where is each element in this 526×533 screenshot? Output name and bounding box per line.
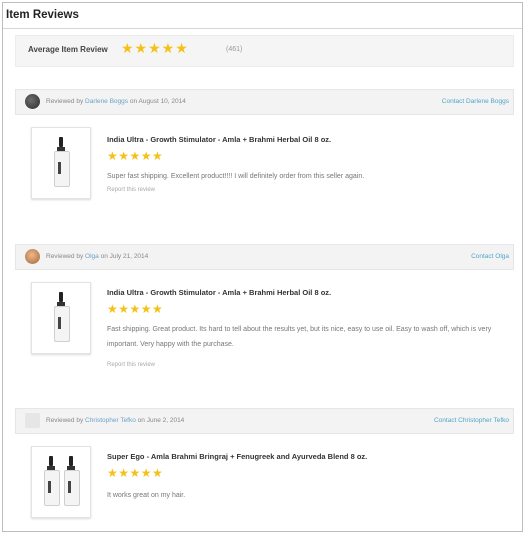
review-rating-stars: ★★★★★ bbox=[107, 302, 164, 316]
bottle-icon bbox=[64, 456, 80, 506]
item-reviews-panel: Item Reviews Average Item Review ★★★★★ (… bbox=[2, 2, 523, 532]
reviewer-line: Reviewed by Christopher Tefko on June 2,… bbox=[46, 417, 184, 424]
review-date: on August 10, 2014 bbox=[129, 98, 186, 105]
review-rating-stars: ★★★★★ bbox=[107, 149, 164, 163]
review-rating-stars: ★★★★★ bbox=[107, 466, 164, 480]
review-card: Reviewed by Olga on July 21, 2014 Contac… bbox=[15, 244, 514, 404]
reviewer-name-link[interactable]: Christopher Tefko bbox=[85, 417, 136, 424]
review-header: Reviewed by Olga on July 21, 2014 Contac… bbox=[15, 244, 514, 270]
bottle-icon bbox=[54, 292, 70, 342]
average-rating-stars: ★★★★★ bbox=[121, 40, 189, 56]
bottle-icon bbox=[54, 137, 70, 187]
title-divider bbox=[3, 28, 522, 29]
contact-reviewer-link[interactable]: Contact Christopher Tefko bbox=[434, 417, 509, 424]
avatar bbox=[25, 249, 40, 264]
reviewed-by-label: Reviewed by bbox=[46, 98, 84, 105]
product-title-link[interactable]: India Ultra - Growth Stimulator - Amla +… bbox=[107, 288, 331, 297]
review-text: It works great on my hair. bbox=[107, 492, 186, 499]
review-date: on June 2, 2014 bbox=[137, 417, 185, 424]
product-thumbnail[interactable] bbox=[31, 446, 91, 518]
report-review-link[interactable]: Report this review bbox=[107, 362, 155, 368]
reviewed-by-label: Reviewed by bbox=[46, 417, 84, 424]
reviewer-name-link[interactable]: Darlene Boggs bbox=[85, 98, 128, 105]
review-header: Reviewed by Christopher Tefko on June 2,… bbox=[15, 408, 514, 434]
avatar bbox=[25, 413, 40, 428]
contact-reviewer-link[interactable]: Contact Darlene Boggs bbox=[442, 98, 509, 105]
product-thumbnail[interactable] bbox=[31, 127, 91, 199]
review-card: Reviewed by Christopher Tefko on June 2,… bbox=[15, 408, 514, 531]
reviewed-by-label: Reviewed by bbox=[46, 253, 84, 260]
section-title: Item Reviews bbox=[6, 9, 79, 21]
review-text: Super fast shipping. Excellent product!!… bbox=[107, 173, 365, 180]
product-title-link[interactable]: India Ultra - Growth Stimulator - Amla +… bbox=[107, 135, 331, 144]
reviewer-line: Reviewed by Olga on July 21, 2014 bbox=[46, 253, 148, 260]
contact-reviewer-link[interactable]: Contact Olga bbox=[471, 253, 509, 260]
review-date: on July 21, 2014 bbox=[100, 253, 149, 260]
reviewer-line: Reviewed by Darlene Boggs on August 10, … bbox=[46, 98, 186, 105]
report-review-link[interactable]: Report this review bbox=[107, 187, 155, 193]
product-thumbnail[interactable] bbox=[31, 282, 91, 354]
bottle-icon bbox=[44, 456, 60, 506]
average-review-bar: Average Item Review ★★★★★ (461) bbox=[15, 35, 514, 67]
average-review-label: Average Item Review bbox=[28, 45, 108, 54]
reviewer-name-link[interactable]: Olga bbox=[85, 253, 99, 260]
avatar bbox=[25, 94, 40, 109]
review-count[interactable]: (461) bbox=[226, 46, 242, 53]
product-title-link[interactable]: Super Ego - Amla Brahmi Bringraj + Fenug… bbox=[107, 452, 367, 461]
review-text: Fast shipping. Great product. Its hard t… bbox=[107, 326, 492, 348]
review-card: Reviewed by Darlene Boggs on August 10, … bbox=[15, 89, 514, 229]
review-header: Reviewed by Darlene Boggs on August 10, … bbox=[15, 89, 514, 115]
